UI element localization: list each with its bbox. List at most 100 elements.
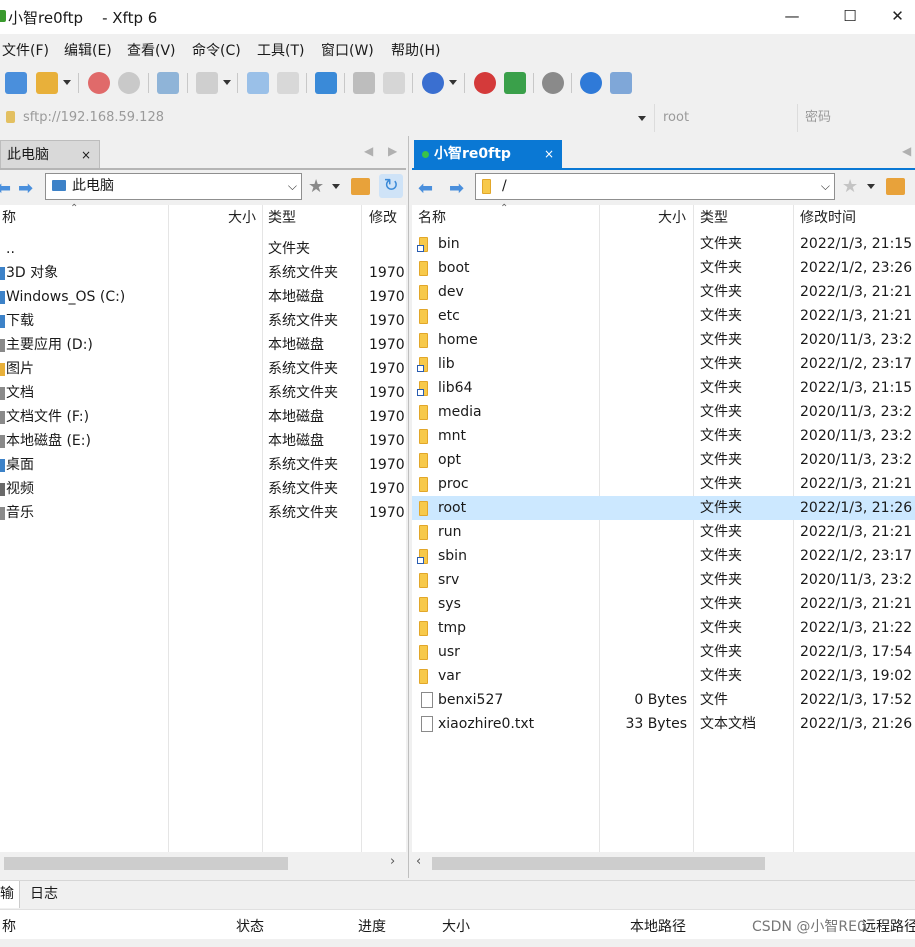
table-row[interactable]: run 文件夹 2022/1/3, 21:21: [412, 520, 915, 544]
column-size[interactable]: 大小: [658, 205, 686, 232]
left-path-input[interactable]: 此电脑 ⌵: [45, 173, 302, 200]
list-item[interactable]: 文档文件 (F:) 本地磁盘 1970: [0, 405, 406, 429]
column-name[interactable]: 称: [2, 205, 16, 232]
menu-file[interactable]: 文件(F): [2, 40, 49, 60]
table-row[interactable]: srv 文件夹 2020/11/3, 23:2: [412, 568, 915, 592]
table-row[interactable]: boot 文件夹 2022/1/2, 23:26: [412, 256, 915, 280]
close-icon[interactable]: ×: [544, 140, 554, 168]
right-path-input[interactable]: / ⌵: [475, 173, 835, 200]
table-row[interactable]: home 文件夹 2020/11/3, 23:2: [412, 328, 915, 352]
home-icon[interactable]: [351, 178, 370, 195]
table-row[interactable]: lib 文件夹 2022/1/2, 23:17: [412, 352, 915, 376]
menu-edit[interactable]: 编辑(E): [64, 40, 112, 60]
chevron-down-icon[interactable]: ⌵: [288, 174, 297, 199]
transfer-in-icon[interactable]: [247, 72, 269, 94]
list-item[interactable]: 音乐 系统文件夹 1970: [0, 501, 406, 525]
password-input[interactable]: 密码: [799, 104, 915, 132]
table-row[interactable]: benxi527 0 Bytes 文件 2022/1/3, 17:52: [412, 688, 915, 712]
back-arrow-icon[interactable]: ⬅: [418, 178, 433, 199]
connect-icon[interactable]: [88, 72, 110, 94]
list-item[interactable]: 桌面 系统文件夹 1970: [0, 453, 406, 477]
xftp-icon[interactable]: [504, 72, 526, 94]
tab-remote[interactable]: 小智re0ftp ×: [414, 140, 562, 168]
column-type[interactable]: 类型: [700, 205, 728, 232]
minimize-button[interactable]: —: [769, 0, 815, 32]
star-icon[interactable]: ★: [308, 176, 324, 197]
chat-icon[interactable]: [610, 72, 632, 94]
table-row[interactable]: dev 文件夹 2022/1/3, 21:21: [412, 280, 915, 304]
table-row[interactable]: usr 文件夹 2022/1/3, 17:54: [412, 640, 915, 664]
chevron-down-icon[interactable]: [223, 80, 231, 85]
list-item[interactable]: 本地磁盘 (E:) 本地磁盘 1970: [0, 429, 406, 453]
column-type[interactable]: 类型: [268, 205, 296, 232]
tab-local[interactable]: 此电脑 ×: [0, 140, 100, 168]
list-item[interactable]: Windows_OS (C:) 本地磁盘 1970: [0, 285, 406, 309]
table-row[interactable]: proc 文件夹 2022/1/3, 21:21: [412, 472, 915, 496]
left-horizontal-scrollbar[interactable]: ›: [0, 854, 406, 872]
star-icon[interactable]: ★: [842, 176, 858, 197]
menu-tools[interactable]: 工具(T): [257, 40, 304, 60]
list-item[interactable]: .. 文件夹: [0, 237, 406, 261]
transfer-out-icon[interactable]: [277, 72, 299, 94]
chevron-down-icon[interactable]: [332, 184, 340, 189]
menu-window[interactable]: 窗口(W): [321, 40, 374, 60]
menu-view[interactable]: 查看(V): [127, 40, 176, 60]
globe-icon[interactable]: [422, 72, 444, 94]
table-row[interactable]: var 文件夹 2022/1/3, 19:02: [412, 664, 915, 688]
list-item[interactable]: 3D 对象 系统文件夹 1970: [0, 261, 406, 285]
scroll-left-icon[interactable]: ‹: [416, 854, 421, 869]
username-input[interactable]: root: [657, 104, 798, 132]
new-session-icon[interactable]: [5, 72, 27, 94]
table-row[interactable]: xiaozhire0.txt 33 Bytes 文本文档 2022/1/3, 21:2…: [412, 712, 915, 736]
paste-icon[interactable]: [383, 72, 405, 94]
close-button[interactable]: ✕: [880, 0, 915, 32]
column-name[interactable]: 称: [2, 916, 16, 936]
column-status[interactable]: 状态: [236, 916, 264, 936]
chevron-down-icon[interactable]: [638, 116, 646, 121]
list-item[interactable]: 下载 系统文件夹 1970: [0, 309, 406, 333]
table-row[interactable]: etc 文件夹 2022/1/3, 21:21: [412, 304, 915, 328]
column-modified[interactable]: 修改时间: [800, 205, 856, 232]
close-icon[interactable]: ×: [81, 141, 91, 169]
gear-icon[interactable]: [542, 72, 564, 94]
forward-arrow-icon[interactable]: ➡: [449, 178, 464, 199]
scroll-thumb[interactable]: [432, 857, 765, 870]
list-item[interactable]: 图片 系统文件夹 1970: [0, 357, 406, 381]
forward-arrow-icon[interactable]: ➡: [18, 178, 33, 199]
refresh-icon[interactable]: ↻: [379, 174, 403, 198]
table-row[interactable]: mnt 文件夹 2020/11/3, 23:2: [412, 424, 915, 448]
right-horizontal-scrollbar[interactable]: ‹: [412, 854, 915, 872]
scroll-right-icon[interactable]: ›: [390, 854, 395, 869]
menu-help[interactable]: 帮助(H): [391, 40, 440, 60]
disconnect-icon[interactable]: [118, 72, 140, 94]
view-icon[interactable]: [196, 72, 218, 94]
table-row[interactable]: opt 文件夹 2020/11/3, 23:2: [412, 448, 915, 472]
host-input[interactable]: sftp://192.168.59.128: [17, 104, 655, 132]
table-row[interactable]: sys 文件夹 2022/1/3, 21:21: [412, 592, 915, 616]
chevron-down-icon[interactable]: [449, 80, 457, 85]
maximize-button[interactable]: ☐: [827, 0, 873, 32]
tab-transfers[interactable]: 输: [0, 881, 20, 908]
home-icon[interactable]: [886, 178, 905, 195]
tab-scroll-left-icon[interactable]: ◀: [364, 144, 373, 158]
list-item[interactable]: 主要应用 (D:) 本地磁盘 1970: [0, 333, 406, 357]
chevron-down-icon[interactable]: [63, 80, 71, 85]
column-size[interactable]: 大小: [228, 205, 256, 232]
chevron-down-icon[interactable]: ⌵: [821, 174, 830, 199]
tab-log[interactable]: 日志: [30, 881, 58, 907]
sync-arrows-icon[interactable]: [315, 72, 337, 94]
table-row[interactable]: sbin 文件夹 2022/1/2, 23:17: [412, 544, 915, 568]
list-item[interactable]: 文档 系统文件夹 1970: [0, 381, 406, 405]
column-progress[interactable]: 进度: [358, 916, 386, 936]
open-folder-icon[interactable]: [36, 72, 58, 94]
column-remote-path[interactable]: 远程路径: [862, 916, 915, 936]
table-row[interactable]: root 文件夹 2022/1/3, 21:26: [412, 496, 915, 520]
back-arrow-icon[interactable]: ⬅: [0, 178, 11, 199]
table-row[interactable]: bin 文件夹 2022/1/3, 21:15: [412, 232, 915, 256]
copy-icon[interactable]: [353, 72, 375, 94]
table-row[interactable]: lib64 文件夹 2022/1/3, 21:15: [412, 376, 915, 400]
column-local-path[interactable]: 本地路径: [630, 916, 686, 936]
xshell-icon[interactable]: [474, 72, 496, 94]
table-row[interactable]: tmp 文件夹 2022/1/3, 21:22: [412, 616, 915, 640]
tab-scroll-right-icon[interactable]: ▶: [388, 144, 397, 158]
